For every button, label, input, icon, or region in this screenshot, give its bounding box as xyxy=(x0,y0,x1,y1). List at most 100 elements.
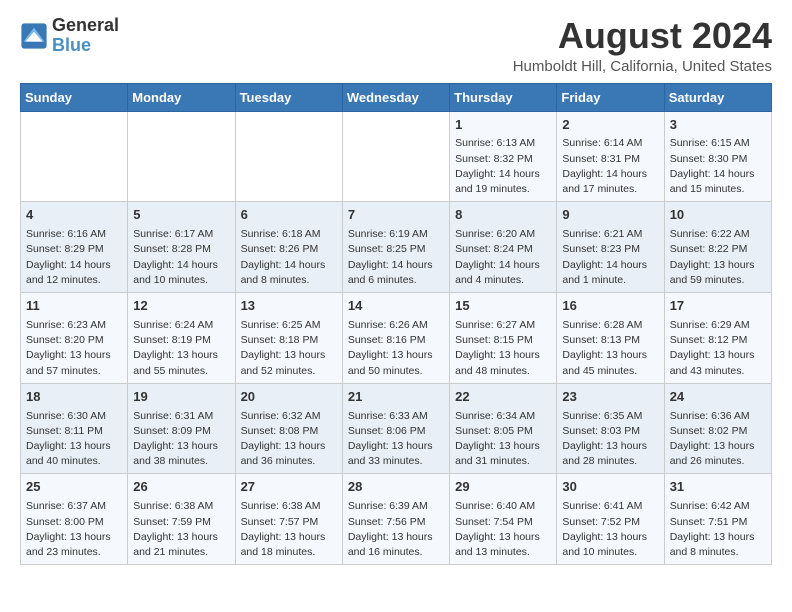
cell-text-line: Daylight: 13 hours xyxy=(241,348,337,363)
cell-text-line: Sunset: 8:29 PM xyxy=(26,242,122,257)
cell-text-line: Sunrise: 6:18 AM xyxy=(241,227,337,242)
day-number: 23 xyxy=(562,388,658,407)
day-number: 21 xyxy=(348,388,444,407)
cell-text-line: Sunrise: 6:19 AM xyxy=(348,227,444,242)
cell-text-line: Sunrise: 6:37 AM xyxy=(26,499,122,514)
calendar-cell: 4Sunrise: 6:16 AMSunset: 8:29 PMDaylight… xyxy=(21,202,128,293)
calendar-row-1: 4Sunrise: 6:16 AMSunset: 8:29 PMDaylight… xyxy=(21,202,772,293)
calendar-cell: 10Sunrise: 6:22 AMSunset: 8:22 PMDayligh… xyxy=(664,202,771,293)
cell-text-line: Sunset: 8:30 PM xyxy=(670,152,766,167)
calendar-cell: 3Sunrise: 6:15 AMSunset: 8:30 PMDaylight… xyxy=(664,111,771,202)
cell-text-line: Sunrise: 6:35 AM xyxy=(562,409,658,424)
cell-text-line: Daylight: 13 hours xyxy=(241,439,337,454)
cell-text-line: Sunset: 8:31 PM xyxy=(562,152,658,167)
cell-text-line: and 8 minutes. xyxy=(241,273,337,288)
cell-text-line: Daylight: 13 hours xyxy=(562,348,658,363)
calendar-cell: 12Sunrise: 6:24 AMSunset: 8:19 PMDayligh… xyxy=(128,293,235,384)
cell-text-line: Sunrise: 6:34 AM xyxy=(455,409,551,424)
cell-text-line: Daylight: 13 hours xyxy=(670,258,766,273)
cell-text-line: and 40 minutes. xyxy=(26,454,122,469)
cell-text-line: Daylight: 14 hours xyxy=(455,167,551,182)
cell-text-line: Daylight: 13 hours xyxy=(562,530,658,545)
cell-text-line: and 57 minutes. xyxy=(26,364,122,379)
calendar-cell: 9Sunrise: 6:21 AMSunset: 8:23 PMDaylight… xyxy=(557,202,664,293)
day-number: 7 xyxy=(348,206,444,225)
cell-text-line: and 17 minutes. xyxy=(562,182,658,197)
day-number: 22 xyxy=(455,388,551,407)
cell-text-line: Daylight: 14 hours xyxy=(133,258,229,273)
day-number: 14 xyxy=(348,297,444,316)
cell-text-line: and 28 minutes. xyxy=(562,454,658,469)
logo: General Blue xyxy=(20,16,119,56)
cell-text-line: Sunset: 7:52 PM xyxy=(562,515,658,530)
cell-text-line: and 13 minutes. xyxy=(455,545,551,560)
cell-text-line: Sunset: 8:24 PM xyxy=(455,242,551,257)
day-number: 30 xyxy=(562,478,658,497)
cell-text-line: Daylight: 14 hours xyxy=(455,258,551,273)
cell-text-line: Sunrise: 6:13 AM xyxy=(455,136,551,151)
cell-text-line: Daylight: 14 hours xyxy=(670,167,766,182)
calendar-cell: 23Sunrise: 6:35 AMSunset: 8:03 PMDayligh… xyxy=(557,383,664,474)
cell-text-line: Sunset: 8:23 PM xyxy=(562,242,658,257)
calendar-header: SundayMondayTuesdayWednesdayThursdayFrid… xyxy=(21,83,772,111)
calendar-cell xyxy=(235,111,342,202)
cell-text-line: Sunset: 8:16 PM xyxy=(348,333,444,348)
cell-text-line: Daylight: 14 hours xyxy=(26,258,122,273)
cell-text-line: Sunrise: 6:40 AM xyxy=(455,499,551,514)
calendar-cell: 28Sunrise: 6:39 AMSunset: 7:56 PMDayligh… xyxy=(342,474,449,565)
cell-text-line: Daylight: 13 hours xyxy=(348,530,444,545)
calendar-cell: 1Sunrise: 6:13 AMSunset: 8:32 PMDaylight… xyxy=(450,111,557,202)
calendar-cell: 18Sunrise: 6:30 AMSunset: 8:11 PMDayligh… xyxy=(21,383,128,474)
cell-text-line: Sunset: 8:26 PM xyxy=(241,242,337,257)
cell-text-line: and 31 minutes. xyxy=(455,454,551,469)
calendar-row-3: 18Sunrise: 6:30 AMSunset: 8:11 PMDayligh… xyxy=(21,383,772,474)
cell-text-line: and 55 minutes. xyxy=(133,364,229,379)
day-number: 12 xyxy=(133,297,229,316)
cell-text-line: Sunset: 8:02 PM xyxy=(670,424,766,439)
weekday-header-thursday: Thursday xyxy=(450,83,557,111)
cell-text-line: Daylight: 13 hours xyxy=(241,530,337,545)
day-number: 5 xyxy=(133,206,229,225)
cell-text-line: Sunrise: 6:23 AM xyxy=(26,318,122,333)
cell-text-line: and 50 minutes. xyxy=(348,364,444,379)
calendar-table: SundayMondayTuesdayWednesdayThursdayFrid… xyxy=(20,83,772,566)
page-subtitle: Humboldt Hill, California, United States xyxy=(513,58,772,75)
calendar-cell: 24Sunrise: 6:36 AMSunset: 8:02 PMDayligh… xyxy=(664,383,771,474)
day-number: 2 xyxy=(562,116,658,135)
cell-text-line: Daylight: 13 hours xyxy=(26,439,122,454)
calendar-row-2: 11Sunrise: 6:23 AMSunset: 8:20 PMDayligh… xyxy=(21,293,772,384)
day-number: 17 xyxy=(670,297,766,316)
cell-text-line: Sunrise: 6:26 AM xyxy=(348,318,444,333)
calendar-cell: 22Sunrise: 6:34 AMSunset: 8:05 PMDayligh… xyxy=(450,383,557,474)
cell-text-line: and 16 minutes. xyxy=(348,545,444,560)
cell-text-line: Sunrise: 6:39 AM xyxy=(348,499,444,514)
cell-text-line: and 26 minutes. xyxy=(670,454,766,469)
title-block: August 2024 Humboldt Hill, California, U… xyxy=(513,16,772,75)
calendar-cell: 13Sunrise: 6:25 AMSunset: 8:18 PMDayligh… xyxy=(235,293,342,384)
logo-icon xyxy=(20,22,48,50)
cell-text-line: Sunrise: 6:31 AM xyxy=(133,409,229,424)
cell-text-line: and 4 minutes. xyxy=(455,273,551,288)
cell-text-line: Daylight: 13 hours xyxy=(670,348,766,363)
cell-text-line: Sunset: 7:51 PM xyxy=(670,515,766,530)
cell-text-line: Daylight: 13 hours xyxy=(348,348,444,363)
cell-text-line: and 45 minutes. xyxy=(562,364,658,379)
cell-text-line: Sunrise: 6:32 AM xyxy=(241,409,337,424)
calendar-cell: 19Sunrise: 6:31 AMSunset: 8:09 PMDayligh… xyxy=(128,383,235,474)
calendar-cell: 27Sunrise: 6:38 AMSunset: 7:57 PMDayligh… xyxy=(235,474,342,565)
day-number: 18 xyxy=(26,388,122,407)
cell-text-line: Sunrise: 6:15 AM xyxy=(670,136,766,151)
calendar-cell: 2Sunrise: 6:14 AMSunset: 8:31 PMDaylight… xyxy=(557,111,664,202)
weekday-header-tuesday: Tuesday xyxy=(235,83,342,111)
day-number: 1 xyxy=(455,116,551,135)
cell-text-line: and 15 minutes. xyxy=(670,182,766,197)
day-number: 29 xyxy=(455,478,551,497)
logo-line1: General xyxy=(52,16,119,36)
cell-text-line: Sunset: 8:19 PM xyxy=(133,333,229,348)
day-number: 11 xyxy=(26,297,122,316)
day-number: 31 xyxy=(670,478,766,497)
day-number: 15 xyxy=(455,297,551,316)
day-number: 10 xyxy=(670,206,766,225)
cell-text-line: Daylight: 13 hours xyxy=(455,530,551,545)
day-number: 8 xyxy=(455,206,551,225)
